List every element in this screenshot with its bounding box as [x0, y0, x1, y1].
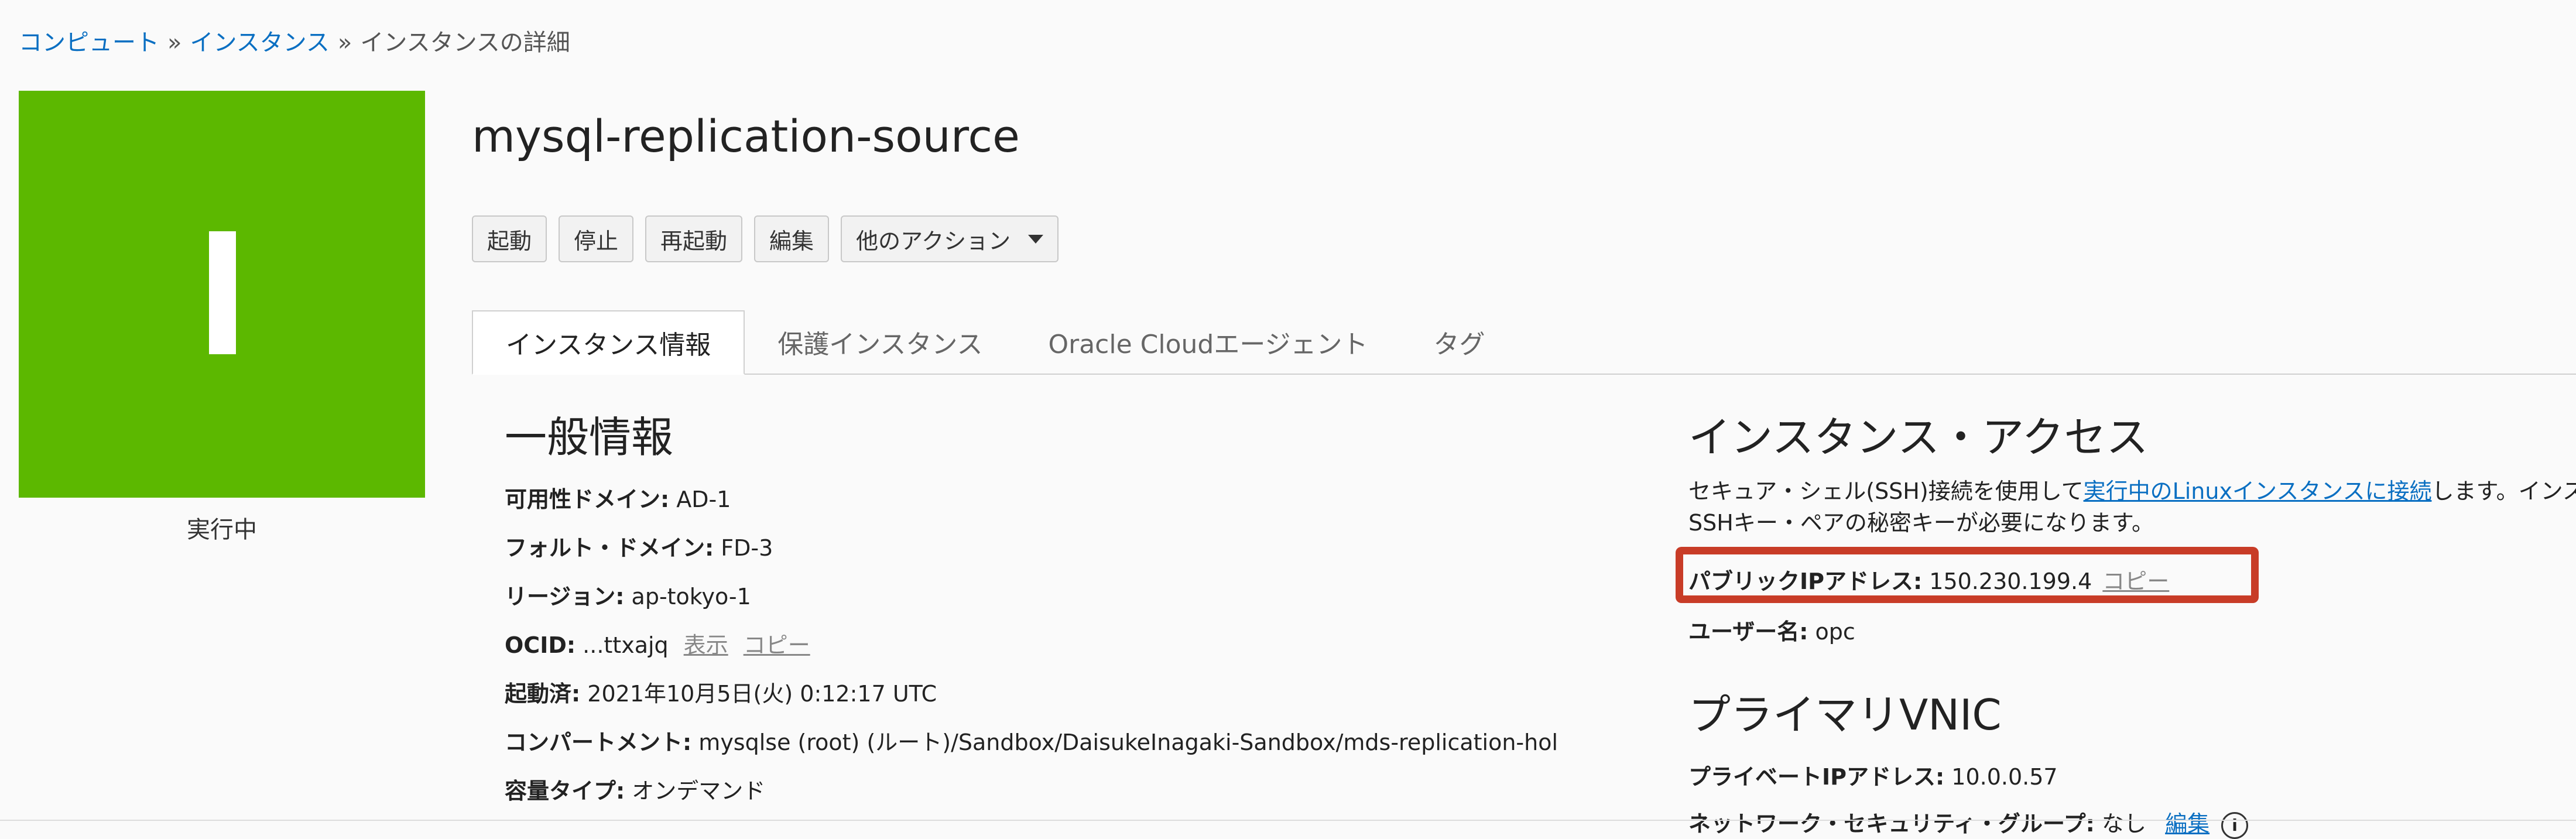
general-info-heading: 一般情報	[505, 413, 674, 462]
access-description-line1: セキュア・シェル(SSH)接続を使用して実行中のLinuxインスタンスに接続しま…	[1688, 473, 2576, 505]
tab-bar: インスタンス情報 保護インスタンス Oracle Cloudエージェント タグ	[472, 310, 2576, 375]
reboot-button[interactable]: 再起動	[645, 215, 743, 262]
instance-letter-icon	[209, 231, 236, 354]
compartment-value: mysqlse (root) (ルート)/Sandbox/DaisukeInag…	[698, 730, 1558, 755]
instance-access-heading: インスタンス・アクセス	[1688, 413, 2149, 462]
divider	[0, 820, 2576, 821]
fault-domain-row: フォルト・ドメイン: FD-3	[505, 530, 773, 562]
username-row: ユーザー名: opc	[1688, 614, 1855, 646]
region-row: リージョン: ap-tokyo-1	[505, 578, 751, 611]
nsg-label: ネットワーク・セキュリティ・グループ:	[1688, 811, 2095, 837]
breadcrumb-current: インスタンスの詳細	[360, 29, 570, 56]
availability-domain-value: AD-1	[676, 487, 731, 512]
private-ip-value: 10.0.0.57	[1951, 764, 2058, 790]
nsg-edit-link[interactable]: 編集	[2165, 811, 2210, 837]
info-icon[interactable]: i	[2221, 811, 2249, 839]
instance-status-tile	[19, 91, 425, 498]
breadcrumb-separator: »	[167, 29, 182, 56]
launched-label: 起動済:	[505, 681, 581, 707]
breadcrumb: コンピュート » インスタンス » インスタンスの詳細	[19, 23, 570, 57]
ocid-show-link[interactable]: 表示	[684, 632, 728, 658]
launched-value: 2021年10月5日(火) 0:12:17 UTC	[587, 681, 937, 707]
private-ip-row: プライベートIPアドレス: 10.0.0.57	[1688, 759, 2058, 791]
edit-button[interactable]: 編集	[754, 215, 830, 262]
launched-row: 起動済: 2021年10月5日(火) 0:12:17 UTC	[505, 676, 937, 708]
connect-linux-instance-link[interactable]: 実行中のLinuxインスタンスに接続	[2084, 478, 2432, 504]
ocid-label: OCID:	[505, 632, 576, 658]
ocid-copy-link[interactable]: コピー	[744, 632, 810, 658]
tab-tags[interactable]: タグ	[1400, 310, 1517, 374]
private-ip-label: プライベートIPアドレス:	[1688, 764, 1945, 790]
instance-state: 実行中	[187, 516, 257, 543]
capacity-type-value: オンデマンド	[632, 778, 766, 804]
region-label: リージョン:	[505, 584, 625, 609]
ocid-value: ...ttxajq	[583, 632, 669, 658]
page-title: mysql-replication-source	[472, 110, 1020, 162]
caret-down-icon	[1028, 234, 1044, 244]
compartment-label: コンパートメント:	[505, 730, 692, 755]
username-value: opc	[1815, 619, 1855, 645]
more-actions-label: 他のアクション	[856, 228, 1011, 254]
fault-domain-value: FD-3	[721, 535, 773, 561]
nsg-value: なし	[2101, 811, 2146, 837]
start-button[interactable]: 起動	[472, 215, 547, 262]
access-description-text: セキュア・シェル(SSH)接続を使用して	[1688, 478, 2084, 504]
availability-domain-label: 可用性ドメイン:	[505, 487, 670, 512]
public-ip-highlight-box	[1676, 547, 2259, 603]
fault-domain-label: フォルト・ドメイン:	[505, 535, 714, 561]
tab-oracle-cloud-agent[interactable]: Oracle Cloudエージェント	[1016, 310, 1401, 374]
primary-vnic-heading: プライマリVNIC	[1688, 690, 2002, 739]
tab-instance-info[interactable]: インスタンス情報	[472, 310, 745, 375]
tab-protected-instance[interactable]: 保護インスタンス	[745, 310, 1015, 374]
capacity-type-row: 容量タイプ: オンデマンド	[505, 773, 765, 805]
ocid-row: OCID: ...ttxajq 表示 コピー	[505, 627, 810, 659]
nsg-row: ネットワーク・セキュリティ・グループ: なし 編集 i	[1688, 806, 2249, 839]
action-toolbar: 起動 停止 再起動 編集 他のアクション	[472, 215, 1059, 262]
username-label: ユーザー名:	[1688, 619, 1808, 645]
more-actions-button[interactable]: 他のアクション	[841, 215, 1059, 262]
availability-domain-row: 可用性ドメイン: AD-1	[505, 481, 731, 513]
compartment-row: コンパートメント: mysqlse (root) (ルート)/Sandbox/D…	[505, 724, 1558, 756]
stop-button[interactable]: 停止	[559, 215, 634, 262]
breadcrumb-compute[interactable]: コンピュート	[19, 29, 159, 56]
access-description-line2: SSHキー・ペアの秘密キーが必要になります。	[1688, 510, 2154, 536]
region-value: ap-tokyo-1	[631, 584, 751, 609]
breadcrumb-separator: »	[337, 29, 352, 56]
capacity-type-label: 容量タイプ:	[505, 778, 625, 804]
breadcrumb-instances[interactable]: インスタンス	[190, 29, 329, 56]
access-description-text: します。インス	[2431, 478, 2576, 504]
